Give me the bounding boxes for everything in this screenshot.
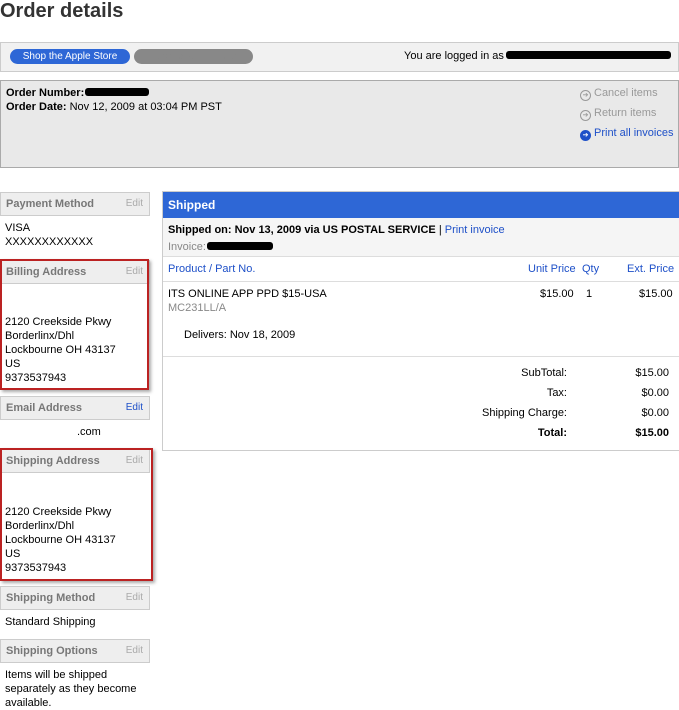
shipping-options-header: Shipping Options Edit bbox=[0, 639, 150, 663]
separator: | bbox=[438, 224, 442, 236]
total-value: $15.00 bbox=[635, 427, 669, 439]
arrow-right-icon: ➔ bbox=[580, 110, 591, 121]
redacted-invoice-number bbox=[206, 242, 273, 250]
logged-in-status: You are logged in as bbox=[404, 50, 671, 62]
shipping-method-title: Shipping Method bbox=[6, 592, 96, 604]
order-summary-box: Order Number: Order Date: Nov 12, 2009 a… bbox=[0, 80, 679, 168]
column-product: Product / Part No. bbox=[168, 263, 256, 275]
billing-highlight-box bbox=[0, 259, 149, 390]
item-name: ITS ONLINE APP PPD $15-USA bbox=[168, 288, 327, 300]
payment-edit-link[interactable]: Edit bbox=[126, 198, 143, 209]
order-date-row: Order Date: Nov 12, 2009 at 03:04 PM PST bbox=[6, 101, 222, 113]
return-items-label: Return items bbox=[594, 107, 657, 119]
shipped-on-row: Shipped on: Nov 13, 2009 via US POSTAL S… bbox=[168, 224, 505, 236]
invoice-label: Invoice: bbox=[168, 241, 206, 253]
back-to-orders-button[interactable]: Back to your orders bbox=[134, 49, 253, 64]
item-unit-price: $15.00 bbox=[540, 288, 574, 300]
order-number-label: Order Number: bbox=[6, 87, 85, 99]
order-date-label: Order Date: bbox=[6, 101, 67, 113]
shipment-info: Shipped on: Nov 13, 2009 via US POSTAL S… bbox=[163, 218, 679, 257]
subtotal-value: $15.00 bbox=[635, 367, 669, 379]
column-qty: Qty bbox=[582, 263, 600, 275]
shipping-options-title: Shipping Options bbox=[6, 645, 98, 657]
card-number: XXXXXXXXXXXX bbox=[5, 236, 94, 248]
shipped-on-text: Shipped on: Nov 13, 2009 via US POSTAL S… bbox=[168, 224, 436, 236]
arrow-right-icon: ➔ bbox=[580, 130, 591, 141]
item-part-number: MC231LL/A bbox=[168, 302, 227, 314]
email-address-title: Email Address bbox=[6, 402, 83, 414]
options-line: separately as they become bbox=[5, 683, 137, 695]
item-ext-price: $15.00 bbox=[639, 288, 673, 300]
divider bbox=[163, 356, 679, 357]
print-invoice-link[interactable]: Print invoice bbox=[445, 224, 505, 236]
card-type: VISA bbox=[5, 222, 31, 234]
shipping-charge-value: $0.00 bbox=[641, 407, 669, 419]
payment-method-title: Payment Method bbox=[6, 198, 95, 210]
order-date-value: Nov 12, 2009 at 03:04 PM PST bbox=[69, 101, 222, 113]
shipping-method-edit-link[interactable]: Edit bbox=[126, 592, 143, 603]
subtotal-label: SubTotal: bbox=[521, 367, 567, 379]
shipping-method-value: Standard Shipping bbox=[5, 616, 96, 628]
options-line: available. bbox=[5, 697, 52, 709]
shipping-highlight-box bbox=[0, 448, 153, 581]
page-title: Order details bbox=[0, 0, 124, 22]
tax-value: $0.00 bbox=[641, 387, 669, 399]
email-value: .com bbox=[77, 426, 101, 438]
shipment-status: Shipped bbox=[168, 198, 216, 212]
email-address-header: Email Address Edit bbox=[0, 396, 150, 420]
cancel-items-link[interactable]: ➔ Cancel items bbox=[580, 87, 658, 101]
redacted-order-number bbox=[85, 88, 150, 96]
item-qty: 1 bbox=[586, 288, 593, 300]
column-ext-price: Ext. Price bbox=[627, 263, 675, 275]
column-unit-price: Unit Price bbox=[528, 263, 576, 275]
options-line: Items will be shipped bbox=[5, 669, 108, 681]
shop-apple-store-button[interactable]: Shop the Apple Store bbox=[10, 49, 130, 64]
return-items-link[interactable]: ➔ Return items bbox=[580, 107, 656, 121]
top-bar: Shop the Apple Store Back to your orders… bbox=[0, 42, 679, 72]
cancel-items-label: Cancel items bbox=[594, 87, 658, 99]
invoice-row: Invoice: bbox=[168, 241, 273, 253]
print-all-invoices-label: Print all invoices bbox=[594, 127, 674, 139]
payment-method-header: Payment Method Edit bbox=[0, 192, 150, 216]
shipping-charge-label: Shipping Charge: bbox=[481, 407, 567, 419]
item-delivery-date: Delivers: Nov 18, 2009 bbox=[184, 329, 296, 341]
divider bbox=[163, 281, 679, 282]
arrow-right-icon: ➔ bbox=[580, 90, 591, 101]
logged-in-label: You are logged in as bbox=[404, 50, 504, 62]
shipment-status-bar: Shipped bbox=[163, 192, 679, 218]
payment-details: VISA XXXXXXXXXXXX bbox=[5, 221, 93, 249]
order-number-row: Order Number: bbox=[6, 87, 150, 99]
redacted-username bbox=[505, 51, 671, 59]
shipment-panel: Shipped Shipped on: Nov 13, 2009 via US … bbox=[162, 191, 679, 451]
shipping-options-text: Items will be shipped separately as they… bbox=[5, 668, 136, 710]
total-label: Total: bbox=[537, 427, 567, 439]
print-all-invoices-link[interactable]: ➔ Print all invoices bbox=[580, 127, 673, 141]
tax-label: Tax: bbox=[546, 387, 567, 399]
email-edit-link[interactable]: Edit bbox=[126, 402, 143, 413]
shipping-method-header: Shipping Method Edit bbox=[0, 586, 150, 610]
shipping-options-edit-link[interactable]: Edit bbox=[126, 645, 143, 656]
